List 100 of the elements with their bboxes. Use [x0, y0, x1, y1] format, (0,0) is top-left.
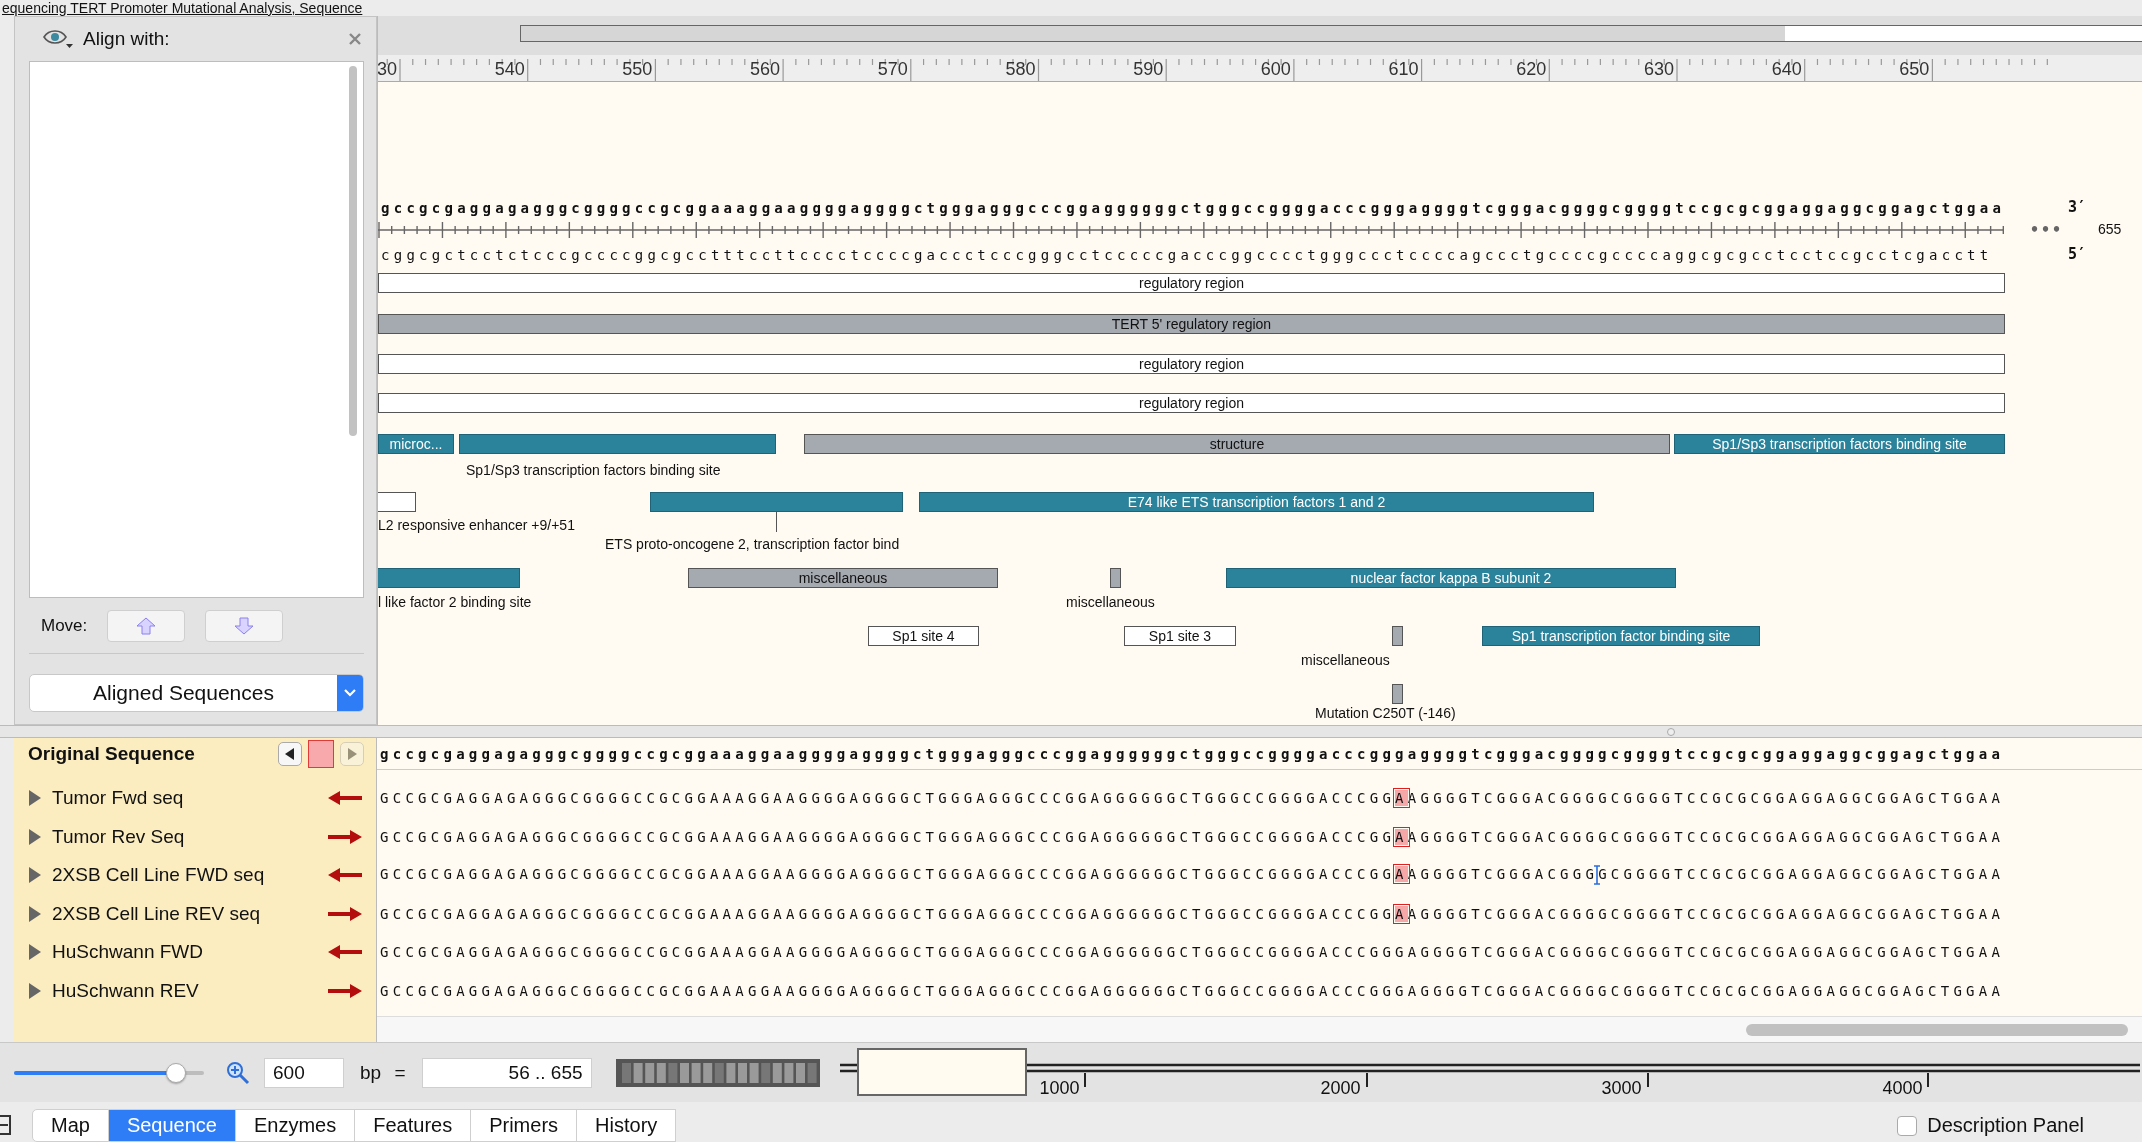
eye-icon[interactable]: [43, 29, 73, 49]
ruler-label: 560: [750, 59, 781, 80]
feature-bar[interactable]: microc...: [378, 434, 454, 454]
checkbox[interactable]: [1897, 1115, 1918, 1136]
view-tab[interactable]: Features: [355, 1109, 472, 1142]
expand-icon[interactable]: [28, 982, 42, 999]
expand-icon[interactable]: [28, 790, 42, 807]
feature-bar[interactable]: [1392, 626, 1403, 646]
feature-bar[interactable]: Sp1 site 4: [868, 626, 979, 646]
strand-end-label: 5′: [2068, 245, 2087, 263]
previous-button[interactable]: [278, 742, 302, 766]
ruler-label: 550: [622, 59, 653, 80]
mismatch-highlight: A: [1395, 866, 1408, 883]
feature-bar[interactable]: [1392, 684, 1403, 704]
expand-icon[interactable]: [28, 944, 42, 961]
view-window[interactable]: [856, 1047, 1027, 1096]
zoom-icon[interactable]: [226, 1060, 250, 1085]
scroller-drawing[interactable]: [615, 1058, 820, 1087]
feature-bar[interactable]: miscellaneous: [688, 568, 998, 588]
read-name[interactable]: Tumor Rev Seq: [52, 825, 185, 848]
read-name[interactable]: HuSchwann FWD: [52, 941, 203, 964]
feature-label: ETS proto-oncogene 2, transcription factor bind: [605, 535, 900, 553]
bottom-strand: cggcgctcctctcccgccccggcgcctttccttcccctccccgaccctcccgggcctcccccgacccggcccctgggccctccccagccctgccccgccccaggcgcgcctcctccgcctcgacctt: [381, 246, 1993, 264]
panel-title: Align with:: [83, 28, 170, 50]
ruler-label: 620: [1516, 59, 1547, 80]
feature-label: l like factor 2 binding site: [378, 593, 532, 611]
feature-bar[interactable]: regulatory region: [378, 393, 2005, 413]
scale-label: 3000: [1601, 1077, 1642, 1099]
highlight-swatch[interactable]: [308, 740, 334, 768]
scale-label: 4000: [1882, 1077, 1923, 1099]
view-tab[interactable]: Map: [32, 1109, 109, 1142]
read-name[interactable]: Tumor Fwd seq: [52, 787, 184, 810]
chevron-down-icon: [343, 688, 357, 698]
length-label: 655: [2098, 221, 2122, 237]
document-title: equencing TERT Promoter Mutational Analysis, Sequence: [2, 0, 363, 16]
unit-label: bp =: [360, 1061, 406, 1084]
feature-bar[interactable]: regulatory region: [378, 273, 2005, 293]
reference-label: Original Sequence: [28, 743, 195, 765]
scrollbar-thumb[interactable]: [1746, 1023, 2128, 1036]
strand-end-label: 3′: [2068, 198, 2087, 216]
ruler-label: 590: [1133, 59, 1164, 80]
zoom-slider[interactable]: [14, 1062, 204, 1083]
feature-bar[interactable]: Sp1/Sp3 transcription factors binding site: [1674, 434, 2005, 454]
feature-bar[interactable]: [1110, 568, 1121, 588]
feature-bar[interactable]: Sp1 site 3: [1124, 626, 1236, 646]
arrow-up-icon: [136, 616, 157, 635]
view-tab[interactable]: Primers: [471, 1109, 578, 1142]
ruler-label: 650: [1899, 59, 1930, 80]
mismatch-highlight: A: [1395, 790, 1408, 807]
ruler-label: 640: [1771, 59, 1802, 80]
scrollbar-thumb[interactable]: [349, 66, 357, 436]
ruler-label: 610: [1388, 59, 1419, 80]
checkbox-label: Description Panel: [1927, 1114, 2084, 1137]
triangle-right-icon: [347, 748, 357, 760]
expand-icon[interactable]: [28, 905, 42, 922]
scale-label: 1000: [1039, 1077, 1080, 1099]
view-tab[interactable]: History: [577, 1109, 677, 1142]
panel-icon[interactable]: [0, 1114, 14, 1136]
slider-thumb[interactable]: [165, 1062, 186, 1083]
ruler-label: 580: [1005, 59, 1036, 80]
move-up-button[interactable]: [107, 609, 186, 642]
feature-label: Sp1/Sp3 transcription factors binding site: [466, 461, 721, 479]
feature-bar[interactable]: structure: [804, 434, 1670, 454]
read-name[interactable]: 2XSB Cell Line FWD seq: [52, 864, 265, 887]
ruler-label: 30: [378, 59, 397, 80]
more-indicator: •••: [2030, 221, 2064, 239]
feature-label: Mutation C250T (-146): [1315, 704, 1456, 722]
feature-label: miscellaneous: [1066, 593, 1155, 611]
feature-bar[interactable]: TERT 5' regulatory region: [378, 314, 2005, 334]
read-name[interactable]: HuSchwann REV: [52, 979, 199, 1002]
sequence-list[interactable]: [29, 61, 364, 598]
splitter-handle[interactable]: [1667, 727, 1675, 736]
read-sequence: GCCGCGAGGAGAGGGCGGGGCCGCGGAAAGGAAGGGGAGGGGCTGGGAGGGCCCGGAGGGGGGCTGGGCCGGGGACCCGGGAGGGGTCGGGACGGGGCGGGGTCCGCGCGGAGGAGGCGGAGCTGGAA: [380, 982, 2005, 999]
expand-icon[interactable]: [28, 867, 42, 884]
expand-icon[interactable]: [28, 828, 42, 845]
triangle-left-icon: [285, 748, 295, 760]
view-tab[interactable]: Sequence: [108, 1109, 236, 1142]
top-strand: gccgcgaggagagggcggggccgcggaaaggaaggggaggggctgggagggcccggaggggggctgggccggggacccgggaggggtcgggacggggcggggtccgcgcggaggaggcggagctggaa: [381, 199, 2006, 217]
feature-bar[interactable]: E74 like ETS transcription factors 1 and 2: [919, 492, 1594, 512]
mismatch-highlight: A: [1395, 905, 1408, 922]
feature-bar[interactable]: Sp1 transcription factor binding site: [1482, 626, 1760, 646]
view-tab[interactable]: Enzymes: [236, 1109, 356, 1142]
feature-bar[interactable]: regulatory region: [378, 354, 2005, 374]
overview-track[interactable]: [520, 25, 2142, 42]
feature-bar[interactable]: nuclear factor kappa B subunit 2: [1226, 568, 1676, 588]
view-dropdown[interactable]: Aligned Sequences: [29, 674, 364, 712]
move-label: Move:: [41, 615, 88, 636]
move-down-button[interactable]: [205, 609, 284, 642]
read-sequence: GCCGCGAGGAGAGGGCGGGGCCGCGGAAAGGAAGGGGAGGGGCTGGGAGGGCCCGGAGGGGGGCTGGGCCGGGGACCCGGGAGGGGTCGGGACGGGGCGGGGTCCGCGCGGAGGAGGCGGAGCTGGAA: [380, 944, 2005, 961]
range-field[interactable]: 56 .. 655: [421, 1057, 592, 1088]
width-field[interactable]: 600: [264, 1057, 344, 1088]
read-name[interactable]: 2XSB Cell Line REV seq: [52, 902, 261, 925]
ruler-label: 600: [1260, 59, 1291, 80]
mismatch-highlight: A: [1395, 828, 1408, 845]
feature-label: L2 responsive enhancer +9/+51: [378, 516, 575, 534]
feature-bar[interactable]: [378, 492, 416, 512]
feature-label: miscellaneous: [1301, 651, 1390, 669]
ruler-label: 570: [877, 59, 908, 80]
reference-sequence: gccgcgaggagagggcggggccgcggaaaggaaggggaggggctgggagggcccggaggggggctgggccggggacccgggaggggtcgggacggggcggggtccgcgcggaggaggcggagctggaa: [380, 745, 2005, 762]
arrow-down-icon: [234, 616, 255, 635]
